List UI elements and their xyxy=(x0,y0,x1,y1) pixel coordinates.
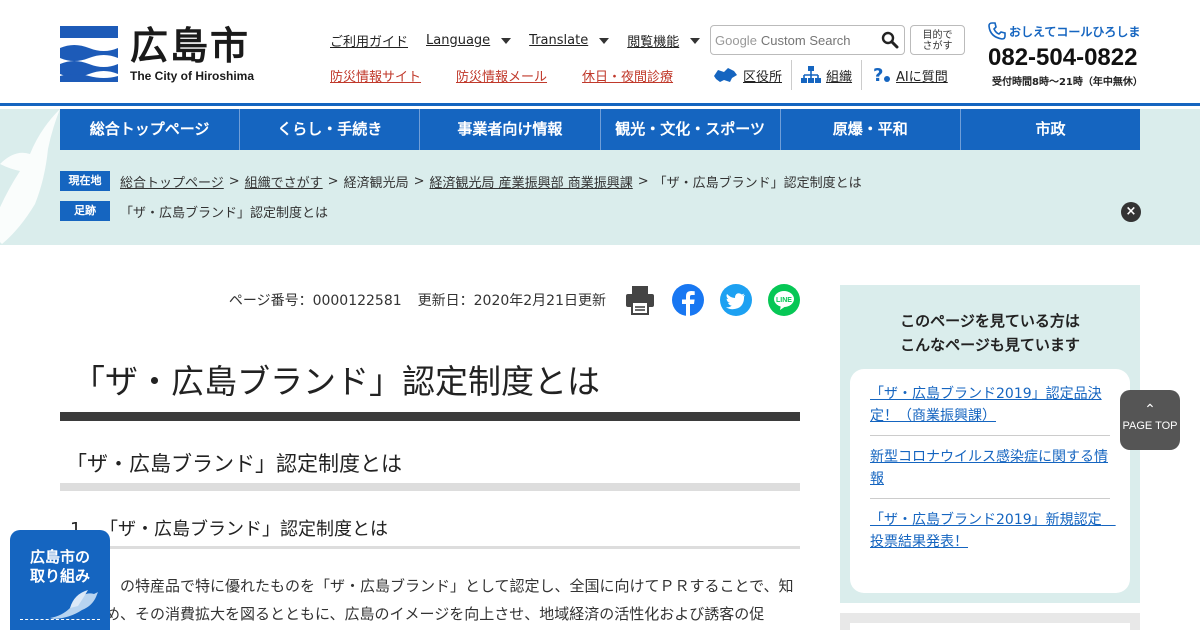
call-number: 082-504-0822 xyxy=(988,44,1138,71)
page-number: ページ番号：0000122581 xyxy=(228,293,402,309)
caret-down-icon xyxy=(599,37,610,44)
dove-icon xyxy=(50,590,98,619)
line-icon[interactable]: LINE xyxy=(768,284,800,316)
logo-title: 広島市 xyxy=(130,24,251,68)
utility-nav: ご利用ガイド Language Translate 閲覧機能 xyxy=(330,31,718,50)
related-list: 「ザ・広島ブランド2019」認定品決定！（商業振興課） 新型コロナウイルス感染症… xyxy=(850,369,1130,593)
subsection-title: 「ザ・広島ブランド」認定制度とは xyxy=(100,519,388,540)
section-rule xyxy=(60,483,800,491)
call-hours: 受付時間8時～21時（年中無休） xyxy=(992,77,1143,88)
page-meta: ページ番号：0000122581 更新日：2020年2月21日更新 LINE xyxy=(60,284,800,316)
caret-down-icon xyxy=(690,37,701,44)
purpose-search-button[interactable]: 目的で さがす xyxy=(910,25,965,55)
breadcrumb: 現在地 総合トップページ > 組織でさがす > 経済観光局 > 経済観光局 産業… xyxy=(60,171,862,191)
global-nav: 総合トップページ くらし・手続き 事業者向け情報 観光・文化・スポーツ 原爆・平… xyxy=(60,109,1140,150)
call-center: おしえてコールひろしま 082-504-0822 受付時間8時～21時（年中無休… xyxy=(988,22,1148,88)
site-logo[interactable]: 広島市 The City of Hiroshima xyxy=(60,26,254,83)
question-person-icon: ? xyxy=(873,65,891,85)
current-location-tag: 現在地 xyxy=(60,171,110,191)
ai-question-link[interactable]: ? AIに質問 xyxy=(862,60,957,90)
breadcrumb-current: 「ザ・広島ブランド」認定制度とは xyxy=(653,175,862,191)
organization-link[interactable]: 組織 xyxy=(792,60,863,90)
gnav-peace[interactable]: 原爆・平和 xyxy=(781,109,961,150)
breadcrumb-bureau: 経済観光局 xyxy=(343,175,409,191)
svg-text:LINE: LINE xyxy=(776,297,792,304)
svg-text:?: ? xyxy=(873,65,883,85)
site-search: Google xyxy=(710,25,905,55)
map-icon xyxy=(714,68,737,82)
page-top-button[interactable]: ⌃ PAGE TOP xyxy=(1120,390,1180,450)
related-link[interactable]: 「ザ・広島ブランド2019」認定品決定！（商業振興課） xyxy=(870,381,1110,436)
gnav-living[interactable]: くらし・手続き xyxy=(240,109,421,150)
history-tag: 足跡 xyxy=(60,201,110,221)
facebook-icon[interactable] xyxy=(672,284,704,316)
nav-band: 総合トップページ くらし・手続き 事業者向け情報 観光・文化・スポーツ 原爆・平… xyxy=(0,109,1200,245)
history-item[interactable]: 「ザ・広島ブランド」認定制度とは xyxy=(120,202,328,221)
org-chart-icon xyxy=(801,66,822,83)
related-link[interactable]: 新型コロナウイルス感染症に関する情報 xyxy=(870,444,1110,499)
related-pages-panel: このページを見ている方は こんなページも見ています 「ザ・広島ブランド2019」認… xyxy=(840,285,1140,603)
call-label: おしえてコールひろしま xyxy=(1009,24,1141,39)
accessibility-menu[interactable]: 閲覧機能 xyxy=(627,31,701,50)
disaster-mail-link[interactable]: 防災情報メール xyxy=(456,66,547,85)
guide-link[interactable]: ご利用ガイド xyxy=(330,31,408,50)
city-emblem-icon xyxy=(60,26,118,82)
section-heading: 「ザ・広島ブランド」認定制度とは xyxy=(66,452,402,476)
breadcrumb-link-org[interactable]: 組織でさがす xyxy=(245,172,323,191)
disaster-info-link[interactable]: 防災情報サイト xyxy=(330,66,421,85)
gnav-top[interactable]: 総合トップページ xyxy=(60,109,241,150)
subsection-rule xyxy=(100,546,800,549)
breadcrumb-link-division[interactable]: 経済観光局 産業振興部 商業振興課 xyxy=(430,172,633,191)
search-input[interactable] xyxy=(760,32,881,48)
related-link[interactable]: 「ザ・広島ブランド2019」新規認定 投票結果発表！ xyxy=(870,507,1116,561)
city-initiatives-banner[interactable]: 広島市の取り組み xyxy=(10,530,110,630)
body-paragraph: の特産品で特に優れたものを「ザ・広島ブランド」として認定し、全国に向けてＰＲする… xyxy=(60,577,794,623)
history-trail: 足跡 「ザ・広島ブランド」認定制度とは xyxy=(60,201,328,221)
logo-subtitle: The City of Hiroshima xyxy=(130,69,255,83)
tool-links: 区役所 組織 ? AIに質問 xyxy=(712,60,957,90)
gnav-government[interactable]: 市政 xyxy=(961,109,1140,150)
page-title: 「ザ・広島ブランド」認定制度とは xyxy=(72,362,600,401)
phone-icon xyxy=(988,22,1006,40)
search-icon[interactable] xyxy=(881,31,899,49)
chevron-up-icon: ⌃ xyxy=(1144,401,1156,417)
updated-date: 更新日：2020年2月21日更新 xyxy=(417,293,606,309)
close-icon[interactable]: × xyxy=(1121,202,1141,222)
breadcrumb-link-top[interactable]: 総合トップページ xyxy=(120,172,224,191)
ward-office-link[interactable]: 区役所 xyxy=(712,60,793,90)
related-title: このページを見ている方は こんなページも見ています xyxy=(900,312,1080,354)
gnav-business[interactable]: 事業者向け情報 xyxy=(420,109,601,150)
subsection-heading: 1「ザ・広島ブランド」認定制度とは xyxy=(60,515,800,541)
gnav-tourism[interactable]: 観光・文化・スポーツ xyxy=(601,109,781,150)
caret-down-icon xyxy=(501,37,512,44)
title-rule xyxy=(60,412,800,421)
search-brand: Google xyxy=(715,32,757,48)
twitter-icon[interactable] xyxy=(720,284,752,316)
language-menu[interactable]: Language xyxy=(426,31,512,50)
emergency-nav: 防災情報サイト 防災情報メール 休日・夜間診療 xyxy=(330,66,708,85)
site-header: 広島市 The City of Hiroshima ご利用ガイド Languag… xyxy=(0,0,1200,106)
sidebar-next-panel xyxy=(840,613,1140,630)
holiday-clinic-link[interactable]: 休日・夜間診療 xyxy=(582,66,673,85)
translate-menu[interactable]: Translate xyxy=(529,31,610,50)
print-icon[interactable] xyxy=(624,284,656,316)
